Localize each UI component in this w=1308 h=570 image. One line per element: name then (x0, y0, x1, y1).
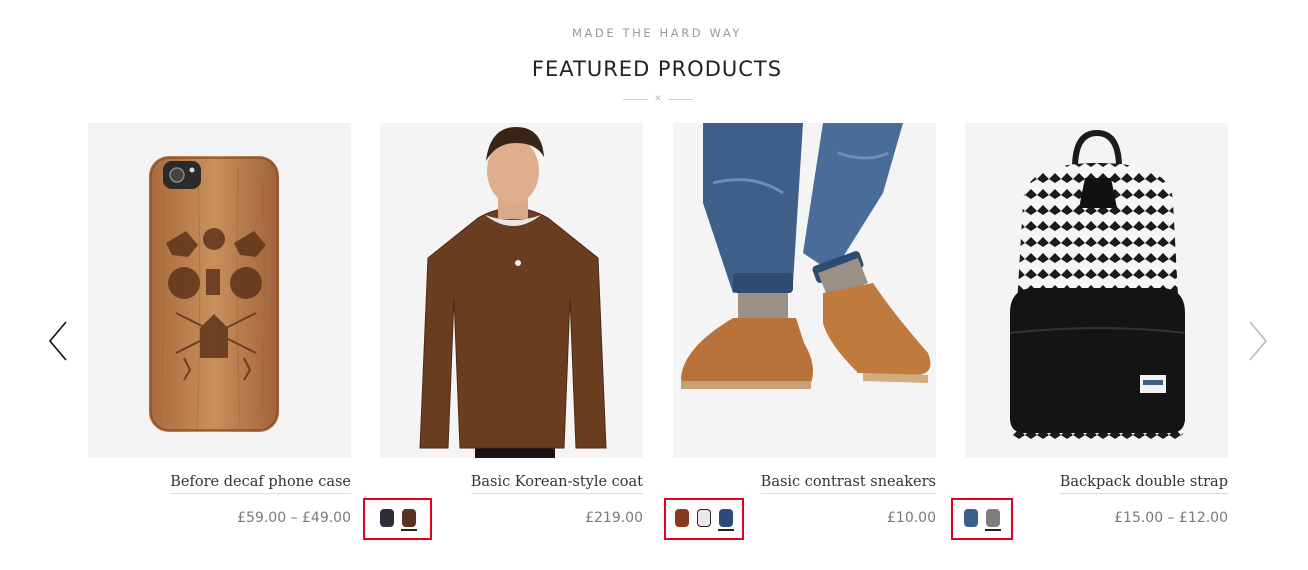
swatch-dark[interactable] (379, 507, 395, 531)
swatch-color (719, 509, 733, 527)
color-swatches (664, 498, 744, 540)
product-card[interactable]: Backpack double strap £15.00 – £12.00 (965, 123, 1228, 526)
carousel-next-button[interactable] (1246, 320, 1270, 362)
product-name[interactable]: Basic contrast sneakers (760, 474, 936, 494)
product-card[interactable]: Basic Korean-style coat £219.00 (380, 123, 643, 526)
swatch-white[interactable] (696, 507, 712, 531)
carousel-prev-button[interactable] (46, 320, 70, 362)
swatch-color (986, 509, 1000, 527)
product-image-backpack[interactable] (965, 123, 1228, 458)
swatch-color (675, 509, 689, 527)
swatch-color (401, 509, 416, 527)
swatch-color (379, 509, 394, 527)
product-name[interactable]: Before decaf phone case (170, 474, 351, 494)
product-image-phone-case[interactable] (88, 123, 351, 458)
swatch-red[interactable] (674, 507, 690, 531)
swatch-brown[interactable] (400, 507, 417, 531)
product-card[interactable]: Before decaf phone case £59.00 – £49.00 (88, 123, 351, 526)
section-subtitle: MADE THE HARD WAY (571, 26, 743, 40)
swatch-grey[interactable] (985, 507, 1001, 531)
color-swatches (951, 498, 1013, 540)
product-name[interactable]: Basic Korean-style coat (470, 474, 643, 494)
product-price: £59.00 – £49.00 (237, 510, 351, 526)
chevron-left-icon (48, 321, 67, 361)
swatch-blue[interactable] (963, 507, 979, 531)
swatch-color (697, 509, 711, 527)
product-image-boots[interactable] (673, 123, 936, 458)
title-divider: × (623, 91, 693, 106)
product-image-sweater[interactable] (380, 123, 643, 458)
product-card[interactable]: Basic contrast sneakers £10.00 (673, 123, 936, 526)
swatch-blue[interactable] (718, 507, 734, 531)
product-name[interactable]: Backpack double strap (1059, 474, 1228, 494)
color-swatches (363, 498, 432, 540)
chevron-right-icon (1249, 321, 1268, 361)
section-title: FEATURED PRODUCTS (531, 57, 783, 81)
divider-x-icon: × (654, 91, 662, 105)
product-price: £10.00 (887, 510, 936, 526)
swatch-color (964, 509, 978, 527)
product-price: £219.00 (585, 510, 643, 526)
product-price: £15.00 – £12.00 (1114, 510, 1228, 526)
